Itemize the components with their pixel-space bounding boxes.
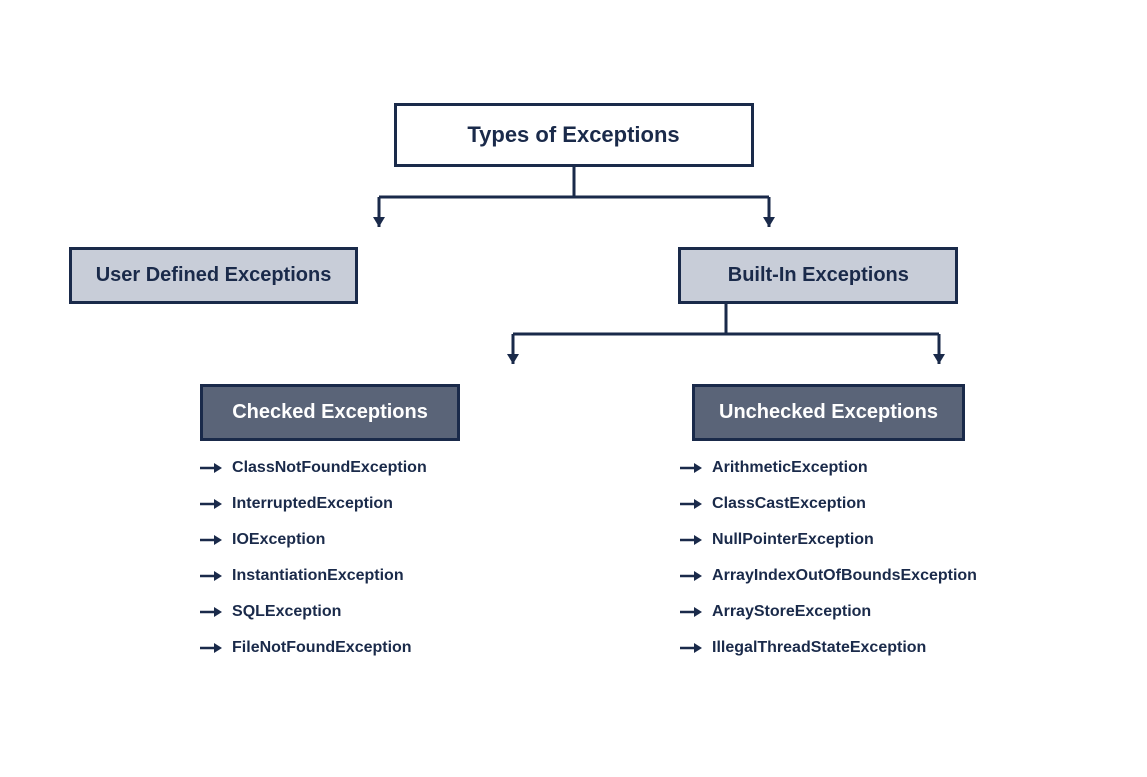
- arrow-icon: [680, 460, 702, 476]
- builtin-box: Built-In Exceptions: [678, 247, 958, 304]
- unchecked-list: ArithmeticException ClassCastException N…: [680, 459, 977, 675]
- list-item: ArithmeticException: [680, 459, 977, 477]
- checked-label: Checked Exceptions: [232, 401, 428, 424]
- list-item: ArrayStoreException: [680, 603, 977, 621]
- arrow-icon: [200, 532, 222, 548]
- arrow-icon: [200, 460, 222, 476]
- root-box: Types of Exceptions: [394, 103, 754, 167]
- unchecked-col: Unchecked Exceptions ArithmeticException…: [680, 384, 977, 675]
- user-defined-box: User Defined Exceptions: [69, 247, 359, 304]
- exception-name: ArrayIndexOutOfBoundsException: [712, 567, 977, 585]
- list-item: IllegalThreadStateException: [680, 639, 977, 657]
- builtin-col: Built-In Exceptions: [558, 247, 1078, 384]
- list-item: FileNotFoundException: [200, 639, 460, 657]
- exception-name: ClassNotFoundException: [232, 459, 427, 477]
- level2-section: User Defined Exceptions Built-In Excepti…: [0, 247, 1147, 384]
- exception-name: InterruptedException: [232, 495, 393, 513]
- list-item: NullPointerException: [680, 531, 977, 549]
- builtin-to-level3-connector: [466, 304, 986, 384]
- list-item: ClassCastException: [680, 495, 977, 513]
- exception-name: NullPointerException: [712, 531, 874, 549]
- root-to-level2-connector: [284, 167, 864, 247]
- root-section: Types of Exceptions: [284, 103, 864, 247]
- exception-name: ArithmeticException: [712, 459, 868, 477]
- root-label: Types of Exceptions: [467, 122, 679, 148]
- arrow-icon: [680, 604, 702, 620]
- arrow-icon: [680, 568, 702, 584]
- user-defined-col: User Defined Exceptions: [69, 247, 359, 304]
- checked-col: Checked Exceptions ClassNotFoundExceptio…: [200, 384, 460, 675]
- arrow-icon: [200, 568, 222, 584]
- list-item: IOException: [200, 531, 460, 549]
- arrow-icon: [200, 604, 222, 620]
- list-item: InterruptedException: [200, 495, 460, 513]
- arrow-icon: [680, 640, 702, 656]
- exception-name: InstantiationException: [232, 567, 404, 585]
- list-item: ClassNotFoundException: [200, 459, 460, 477]
- list-item: SQLException: [200, 603, 460, 621]
- arrow-icon: [680, 496, 702, 512]
- exception-name: FileNotFoundException: [232, 639, 412, 657]
- exception-name: IOException: [232, 531, 325, 549]
- exception-name: ArrayStoreException: [712, 603, 871, 621]
- arrow-icon: [680, 532, 702, 548]
- exception-name: ClassCastException: [712, 495, 866, 513]
- arrow-icon: [200, 496, 222, 512]
- checked-list: ClassNotFoundException InterruptedExcept…: [200, 459, 460, 675]
- checked-box: Checked Exceptions: [200, 384, 460, 441]
- unchecked-label: Unchecked Exceptions: [719, 401, 938, 424]
- user-defined-label: User Defined Exceptions: [96, 264, 332, 287]
- unchecked-box: Unchecked Exceptions: [692, 384, 965, 441]
- level3-section: Checked Exceptions ClassNotFoundExceptio…: [0, 384, 1147, 675]
- builtin-label: Built-In Exceptions: [728, 264, 909, 287]
- list-item: InstantiationException: [200, 567, 460, 585]
- exception-name: IllegalThreadStateException: [712, 639, 926, 657]
- exception-tree: Types of Exceptions User Defined Excepti…: [0, 103, 1147, 675]
- exception-name: SQLException: [232, 603, 341, 621]
- arrow-icon: [200, 640, 222, 656]
- list-item: ArrayIndexOutOfBoundsException: [680, 567, 977, 585]
